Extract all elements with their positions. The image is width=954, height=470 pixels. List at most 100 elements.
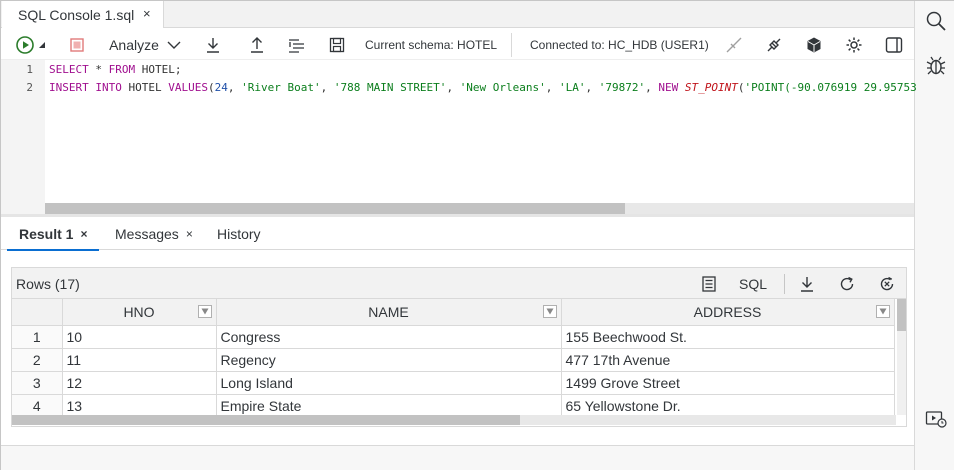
current-schema-indicator[interactable]: Current schema: HOTEL	[365, 29, 497, 60]
keyword: NEW	[658, 81, 679, 94]
string-literal: 'LA'	[559, 81, 586, 94]
show-sql-button[interactable]: SQL	[736, 271, 770, 297]
scrollbar-thumb[interactable]	[12, 415, 520, 425]
cell-name[interactable]: Empire State	[216, 394, 562, 418]
execution-log-button[interactable]	[924, 407, 948, 431]
cell-address[interactable]: 477 17th Avenue	[561, 348, 895, 372]
refresh-button[interactable]	[836, 271, 858, 297]
cell-name[interactable]: Regency	[216, 348, 562, 372]
run-icon	[16, 35, 34, 54]
connect-button[interactable]	[763, 29, 785, 60]
app-window: SQL Console 1.sql × Analyze Current sche…	[0, 0, 954, 470]
chevron-down-icon	[167, 41, 181, 49]
string-literal: 'River Boat'	[241, 81, 321, 94]
editor-tab-bar: SQL Console 1.sql ×	[1, 1, 914, 28]
plug-icon	[767, 38, 781, 51]
clear-results-button[interactable]	[876, 271, 898, 297]
tab-history[interactable]: History	[217, 217, 261, 250]
filter-icon[interactable]	[197, 305, 212, 318]
editor-tab-title: SQL Console 1.sql	[18, 6, 135, 23]
tab-label: Result 1	[19, 225, 74, 242]
stop-button[interactable]	[66, 29, 88, 60]
column-header-hno[interactable]: HNO	[62, 299, 217, 326]
string-literal: 'New Orleans'	[459, 81, 546, 94]
bug-icon	[926, 56, 946, 75]
cell-hno[interactable]: 12	[62, 371, 217, 395]
stop-icon	[70, 37, 84, 52]
table-row[interactable]: 2 11 Regency 477 17th Avenue	[12, 348, 895, 372]
close-tab-icon[interactable]: ×	[80, 227, 87, 241]
function-name: ST_POINT	[684, 81, 738, 94]
settings-button[interactable]	[843, 29, 865, 60]
side-panel-icon	[885, 36, 903, 53]
data-model-button[interactable]	[803, 29, 825, 60]
code-line-1[interactable]: SELECT * FROM HOTEL;	[49, 63, 181, 76]
toolbar-divider	[511, 33, 512, 57]
tab-result-1[interactable]: Result 1 ×	[6, 217, 101, 251]
line-number: 2	[26, 81, 33, 94]
code-token: *	[88, 63, 109, 76]
table-row[interactable]: 1 10 Congress 155 Beechwood St.	[12, 325, 895, 349]
grid-vertical-scrollbar[interactable]	[897, 299, 906, 415]
scrollbar-thumb[interactable]	[45, 203, 625, 214]
table-row[interactable]: 4 13 Empire State 65 Yellowstone Dr.	[12, 394, 895, 418]
table-row[interactable]: 3 12 Long Island 1499 Grove Street	[12, 371, 895, 395]
result-grid-panel: Rows (17) SQL HNO NAME ADDRESS 1 10 Cong…	[11, 267, 907, 427]
line-number: 1	[26, 63, 33, 76]
editor-horizontal-scrollbar[interactable]	[45, 203, 914, 214]
line-number-gutter: 1 2	[1, 60, 45, 214]
record-view-icon	[702, 276, 716, 292]
code-token: ,	[545, 81, 560, 94]
tab-messages[interactable]: Messages ×	[115, 217, 193, 250]
run-options-button[interactable]	[37, 29, 47, 60]
upload-button[interactable]	[246, 29, 268, 60]
download-icon	[207, 37, 219, 53]
format-code-button[interactable]	[286, 29, 308, 60]
toggle-panel-button[interactable]	[883, 29, 905, 60]
code-token: (	[737, 81, 745, 94]
column-header-address[interactable]: ADDRESS	[561, 299, 895, 326]
cell-hno[interactable]: 11	[62, 348, 217, 372]
editor-tab-sql-console[interactable]: SQL Console 1.sql ×	[2, 1, 164, 28]
column-header-label: NAME	[368, 303, 409, 320]
connection-text: Connected to: HC_HDB (USER1)	[530, 37, 709, 52]
cell-address[interactable]: 1499 Grove Street	[561, 371, 895, 395]
cell-address[interactable]: 155 Beechwood St.	[561, 325, 895, 349]
connection-indicator[interactable]: Connected to: HC_HDB (USER1)	[530, 29, 709, 60]
code-token: ,	[585, 81, 599, 94]
filter-icon[interactable]	[875, 305, 890, 318]
filter-icon[interactable]	[542, 305, 557, 318]
header-divider	[784, 274, 785, 294]
cell-name[interactable]: Congress	[216, 325, 562, 349]
table-header-row: HNO NAME ADDRESS	[12, 299, 895, 326]
upload-icon	[251, 36, 263, 53]
save-icon	[329, 37, 345, 52]
result-tab-bar: Result 1 × Messages × History	[1, 217, 914, 251]
download-button[interactable]	[202, 29, 224, 60]
cell-hno[interactable]: 13	[62, 394, 217, 418]
record-view-button[interactable]	[698, 271, 720, 297]
debug-button[interactable]	[924, 54, 948, 78]
close-tab-icon[interactable]: ×	[143, 6, 151, 21]
column-header-name[interactable]: NAME	[216, 299, 562, 326]
keyword: VALUES	[168, 81, 208, 94]
cell-hno[interactable]: 10	[62, 325, 217, 349]
search-button[interactable]	[924, 9, 948, 33]
run-button[interactable]	[13, 29, 37, 60]
save-button[interactable]	[326, 29, 348, 60]
disconnect-icon	[726, 37, 742, 52]
scrollbar-thumb[interactable]	[897, 299, 906, 331]
cell-address[interactable]: 65 Yellowstone Dr.	[561, 394, 895, 418]
disconnect-button[interactable]	[723, 29, 745, 60]
export-button[interactable]	[796, 271, 818, 297]
sql-editor[interactable]: 1 2 SELECT * FROM HOTEL; INSERT INTO HOT…	[1, 60, 917, 214]
grid-horizontal-scrollbar[interactable]	[12, 415, 896, 425]
analyze-menu-button[interactable]: Analyze	[107, 29, 183, 60]
result-header: Rows (17) SQL	[12, 268, 906, 299]
rows-count: Rows (17)	[16, 276, 80, 292]
close-tab-icon[interactable]: ×	[186, 227, 193, 241]
cell-name[interactable]: Long Island	[216, 371, 562, 395]
code-token: (	[207, 81, 215, 94]
code-line-2[interactable]: INSERT INTO HOTEL VALUES(24, 'River Boat…	[49, 81, 917, 94]
